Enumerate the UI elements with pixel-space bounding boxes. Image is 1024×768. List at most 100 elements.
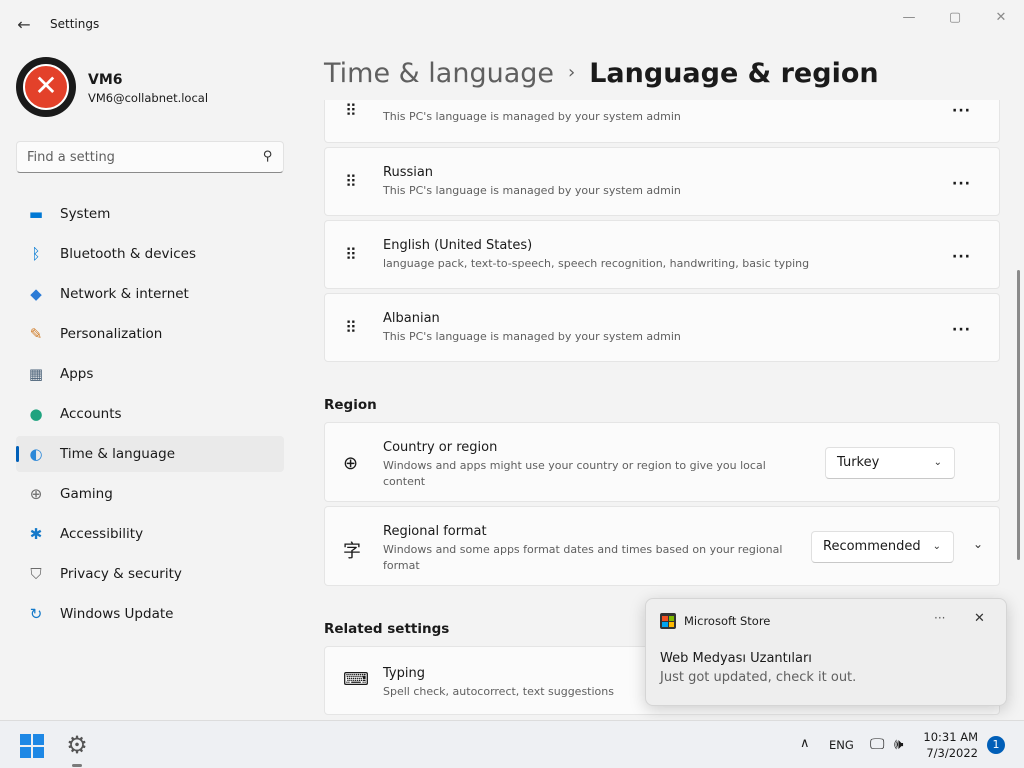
running-indicator <box>72 764 82 767</box>
globe-clock-icon: ◐ <box>29 445 43 463</box>
sidebar-item-label: Apps <box>60 366 94 382</box>
notification-toast[interactable]: Microsoft Store ··· ✕ Web Medyası Uzantı… <box>645 598 1007 706</box>
clock-date[interactable]: 7/3/2022 <box>922 746 978 760</box>
language-card[interactable]: ⠿ This PC's language is managed by your … <box>324 100 1000 143</box>
search-input[interactable] <box>27 148 247 166</box>
sidebar-item-network-internet[interactable]: ◆ Network & internet <box>16 276 284 312</box>
language-subtitle: This PC's language is managed by your sy… <box>383 184 681 197</box>
clock-time[interactable]: 10:31 AM <box>922 730 978 744</box>
avatar-error-icon: ✕ <box>23 64 69 110</box>
sidebar-item-accessibility[interactable]: ✱ Accessibility <box>16 516 284 552</box>
chevron-down-icon: ⌄ <box>932 541 941 552</box>
more-options-button[interactable]: ··· <box>952 249 971 265</box>
brush-icon: ✎ <box>29 325 43 343</box>
sidebar-item-accounts[interactable]: ● Accounts <box>16 396 284 432</box>
more-options-button[interactable]: ··· <box>952 103 971 119</box>
breadcrumb-separator: › <box>568 62 576 83</box>
avatar[interactable]: ✕ <box>16 57 76 117</box>
sidebar-item-gaming[interactable]: ⊕ Gaming <box>16 476 284 512</box>
search-box[interactable]: ⚲ <box>16 141 284 173</box>
search-icon[interactable]: ⚲ <box>263 149 273 164</box>
typing-title: Typing <box>383 666 425 681</box>
country-region-title: Country or region <box>383 440 498 455</box>
settings-taskbar-icon[interactable]: ⚙ <box>62 730 92 760</box>
minimize-button[interactable]: — <box>886 6 932 28</box>
keyboard-icon: ⌨ <box>343 669 369 690</box>
sidebar-item-windows-update[interactable]: ↻ Windows Update <box>16 596 284 632</box>
microsoft-store-icon <box>660 613 676 629</box>
drag-handle-icon[interactable]: ⠿ <box>345 174 357 190</box>
sidebar-item-label: System <box>60 206 111 222</box>
accounts-icon: ● <box>29 405 43 423</box>
sidebar-item-label: Network & internet <box>60 286 189 302</box>
sidebar-item-apps[interactable]: ▦ Apps <box>16 356 284 392</box>
network-icon[interactable]: 🖵 <box>870 735 884 753</box>
language-title: English (United States) <box>383 238 533 253</box>
breadcrumb-parent[interactable]: Time & language <box>324 58 554 89</box>
more-options-button[interactable]: ··· <box>952 176 971 192</box>
sidebar-item-label: Time & language <box>60 446 176 462</box>
toast-more-button[interactable]: ··· <box>934 611 945 625</box>
show-hidden-icons-button[interactable]: ∧ <box>800 736 810 751</box>
language-subtitle: This PC's language is managed by your sy… <box>383 330 681 343</box>
back-button[interactable]: ← <box>12 10 36 38</box>
bluetooth-icon: ᛒ <box>31 245 41 263</box>
sidebar-item-bluetooth-devices[interactable]: ᛒ Bluetooth & devices <box>16 236 284 272</box>
user-email: VM6@collabnet.local <box>88 91 209 105</box>
more-options-button[interactable]: ··· <box>952 322 971 338</box>
country-region-dropdown[interactable]: Turkey ⌄ <box>825 447 955 479</box>
sidebar-item-label: Accessibility <box>60 526 144 542</box>
toast-app-name: Microsoft Store <box>684 614 771 628</box>
toast-body: Just got updated, check it out. <box>660 670 857 685</box>
breadcrumb: Time & language › Language & region <box>324 58 879 89</box>
typing-subtitle: Spell check, autocorrect, text suggestio… <box>383 685 614 698</box>
system-icon: ▬ <box>28 205 44 223</box>
volume-icon[interactable]: 🕪 <box>894 735 903 753</box>
drag-handle-icon[interactable]: ⠿ <box>345 247 357 263</box>
page-title: Language & region <box>589 58 879 89</box>
sidebar-item-label: Gaming <box>60 486 113 502</box>
language-card-english[interactable]: ⠿ English (United States) language pack,… <box>324 220 1000 289</box>
expand-chevron-icon[interactable]: ⌄ <box>973 537 983 551</box>
language-subtitle: language pack, text-to-speech, speech re… <box>383 257 810 270</box>
close-button[interactable]: ✕ <box>978 6 1024 28</box>
toast-title: Web Medyası Uzantıları <box>660 651 812 666</box>
wifi-icon: ◆ <box>30 285 42 303</box>
drag-handle-icon[interactable]: ⠿ <box>345 103 357 119</box>
sidebar-item-privacy-security[interactable]: ⛉ Privacy & security <box>16 556 284 592</box>
country-region-subtitle: Windows and apps might use your country … <box>383 459 766 488</box>
regional-format-title: Regional format <box>383 524 487 539</box>
language-card-albanian[interactable]: ⠿ Albanian This PC's language is managed… <box>324 293 1000 362</box>
sidebar-item-label: Privacy & security <box>60 566 182 582</box>
sidebar-item-personalization[interactable]: ✎ Personalization <box>16 316 284 352</box>
gamepad-icon: ⊕ <box>29 485 43 503</box>
user-name: VM6 <box>88 72 123 88</box>
regional-format-subtitle: Windows and some apps format dates and t… <box>383 543 783 572</box>
language-subtitle: This PC's language is managed by your sy… <box>383 110 681 123</box>
scrollbar[interactable] <box>1017 270 1020 560</box>
regional-format-card[interactable]: 字 Regional format Windows and some apps … <box>324 506 1000 586</box>
country-region-card: ⊕ Country or region Windows and apps mig… <box>324 422 1000 502</box>
sidebar-item-system[interactable]: ▬ System <box>16 196 284 232</box>
input-language-indicator[interactable]: ENG <box>829 738 854 752</box>
start-button[interactable] <box>20 734 44 758</box>
app-title: Settings <box>50 17 100 31</box>
sidebar-item-label: Bluetooth & devices <box>60 246 197 262</box>
regional-format-value: Recommended <box>823 539 921 554</box>
apps-icon: ▦ <box>28 365 44 383</box>
toast-close-button[interactable]: ✕ <box>974 611 985 626</box>
taskbar: ⚙ ∧ ENG 🖵 🕪 10:31 AM 7/3/2022 1 <box>0 720 1024 768</box>
maximize-button[interactable]: ▢ <box>932 6 978 28</box>
related-settings-heading: Related settings <box>324 621 450 637</box>
language-card-russian[interactable]: ⠿ Russian This PC's language is managed … <box>324 147 1000 216</box>
sidebar-item-label: Windows Update <box>60 606 174 622</box>
country-region-value: Turkey <box>837 455 880 470</box>
regional-format-dropdown[interactable]: Recommended ⌄ <box>811 531 954 563</box>
drag-handle-icon[interactable]: ⠿ <box>345 320 357 336</box>
language-title: Albanian <box>383 311 440 326</box>
notification-count-badge[interactable]: 1 <box>987 736 1005 754</box>
accessibility-icon: ✱ <box>29 525 43 543</box>
regional-format-icon: 字 <box>343 541 361 562</box>
sidebar-item-time-language[interactable]: ◐ Time & language <box>16 436 284 472</box>
region-heading: Region <box>324 397 377 413</box>
